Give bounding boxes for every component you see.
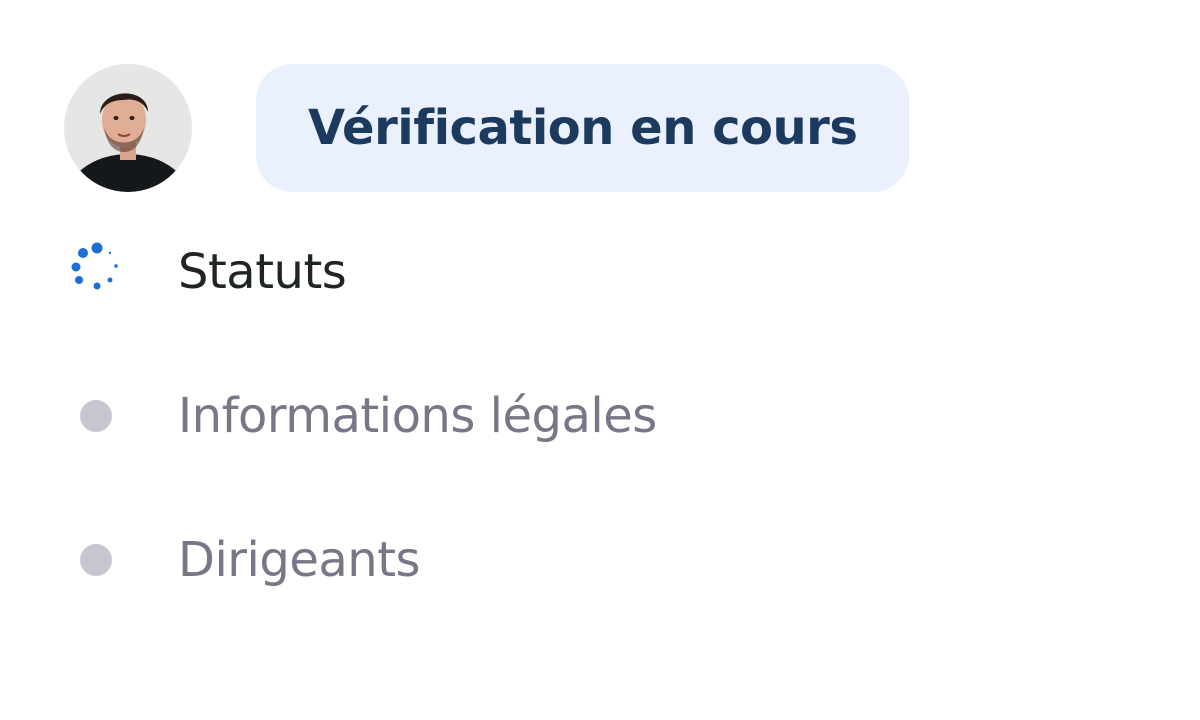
verification-steps: Statuts Informations légales Dirigeants bbox=[64, 242, 657, 688]
avatar-photo bbox=[64, 64, 192, 192]
status-badge: Vérification en cours bbox=[256, 64, 910, 192]
step-statuts: Statuts bbox=[64, 200, 657, 344]
step-informations-legales: Informations légales bbox=[64, 344, 657, 488]
pending-dot-icon bbox=[64, 384, 128, 448]
step-label: Informations légales bbox=[178, 388, 657, 444]
pending-dot-icon bbox=[64, 528, 128, 592]
step-label: Dirigeants bbox=[178, 532, 421, 588]
step-dirigeants: Dirigeants bbox=[64, 488, 657, 632]
status-badge-label: Vérification en cours bbox=[308, 100, 858, 156]
loading-spinner-icon bbox=[64, 240, 128, 304]
avatar bbox=[64, 64, 192, 192]
verification-header: Vérification en cours bbox=[64, 64, 910, 192]
step-label: Statuts bbox=[178, 244, 347, 300]
